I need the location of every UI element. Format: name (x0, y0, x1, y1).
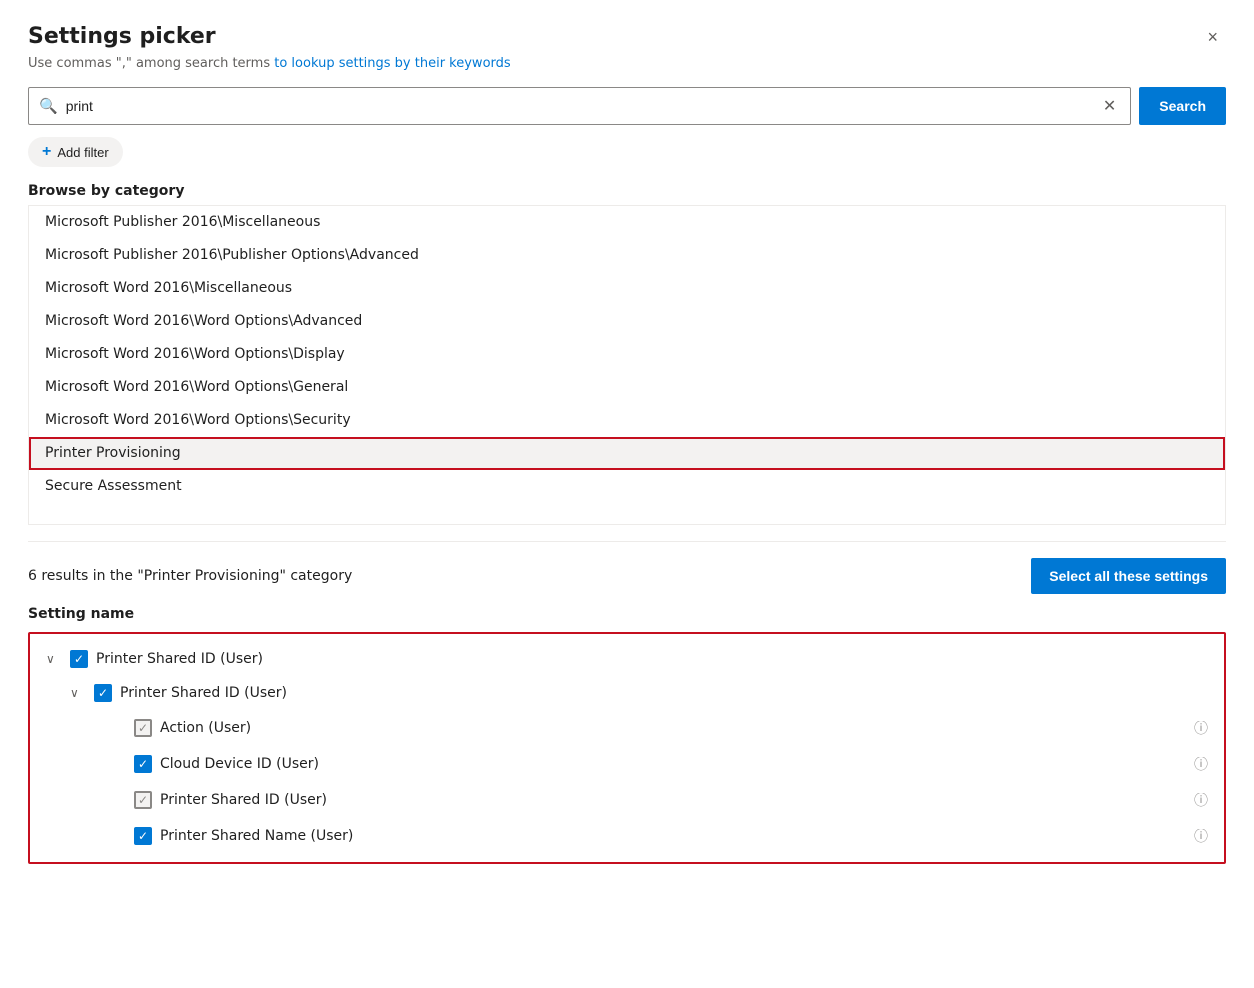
browse-items-container: Microsoft Publisher 2016\MiscellaneousMi… (29, 206, 1225, 503)
info-icon[interactable]: ⓘ (1194, 718, 1208, 738)
setting-label: Printer Shared ID (User) (120, 685, 1208, 701)
clear-search-button[interactable]: ✕ (1099, 96, 1120, 116)
setting-row: Action (User) ⓘ (30, 710, 1224, 746)
info-icon[interactable]: ⓘ (1194, 754, 1208, 774)
select-all-button[interactable]: Select all these settings (1031, 558, 1226, 594)
browse-item[interactable]: Printer Provisioning (29, 437, 1225, 470)
add-filter-button[interactable]: + Add filter (28, 137, 123, 167)
results-count: 6 results in the "Printer Provisioning" … (28, 568, 352, 584)
section-divider (28, 541, 1226, 542)
info-icon[interactable]: ⓘ (1194, 826, 1208, 846)
setting-checkbox[interactable] (134, 755, 152, 773)
browse-item[interactable]: Microsoft Word 2016\Word Options\General (29, 371, 1225, 404)
setting-checkbox[interactable] (94, 684, 112, 702)
browse-item[interactable]: Microsoft Word 2016\Word Options\Securit… (29, 404, 1225, 437)
browse-item[interactable]: Microsoft Word 2016\Word Options\Advance… (29, 305, 1225, 338)
info-icon[interactable]: ⓘ (1194, 790, 1208, 810)
subtitle-link[interactable]: to lookup settings by their keywords (274, 56, 510, 71)
search-row: 🔍 ✕ Search (28, 87, 1226, 125)
setting-row: Cloud Device ID (User) ⓘ (30, 746, 1224, 782)
browse-item[interactable]: Microsoft Word 2016\Miscellaneous (29, 272, 1225, 305)
settings-picker-dialog: Settings picker × Use commas "," among s… (0, 0, 1254, 988)
add-filter-label: Add filter (57, 145, 108, 160)
results-header: 6 results in the "Printer Provisioning" … (28, 558, 1226, 594)
setting-label: Cloud Device ID (User) (160, 756, 1186, 772)
setting-row: Printer Shared Name (User) ⓘ (30, 818, 1224, 854)
setting-row: ∨ Printer Shared ID (User) (30, 642, 1224, 676)
browse-item[interactable]: Microsoft Publisher 2016\Publisher Optio… (29, 239, 1225, 272)
setting-label: Action (User) (160, 720, 1186, 736)
dialog-header: Settings picker × (28, 24, 1226, 50)
dialog-title: Settings picker (28, 24, 216, 49)
search-icon: 🔍 (39, 97, 58, 115)
setting-name-label: Setting name (28, 606, 1226, 622)
setting-row: Printer Shared ID (User) ⓘ (30, 782, 1224, 818)
search-input[interactable] (66, 98, 1099, 114)
close-button[interactable]: × (1199, 24, 1226, 50)
setting-label: Printer Shared Name (User) (160, 828, 1186, 844)
setting-checkbox[interactable] (134, 719, 152, 737)
results-count-text: 6 results in the "Printer Provisioning" … (28, 568, 352, 584)
setting-row: ∨ Printer Shared ID (User) (30, 676, 1224, 710)
search-button[interactable]: Search (1139, 87, 1226, 125)
browse-item[interactable]: Secure Assessment (29, 470, 1225, 503)
chevron-icon[interactable]: ∨ (70, 686, 86, 700)
dialog-subtitle: Use commas "," among search terms to loo… (28, 56, 1226, 71)
setting-label: Printer Shared ID (User) (96, 651, 1208, 667)
browse-item[interactable]: Microsoft Word 2016\Word Options\Display (29, 338, 1225, 371)
chevron-icon[interactable]: ∨ (46, 652, 62, 666)
browse-list: Microsoft Publisher 2016\MiscellaneousMi… (28, 205, 1226, 525)
browse-item[interactable]: Microsoft Publisher 2016\Miscellaneous (29, 206, 1225, 239)
setting-checkbox[interactable] (134, 791, 152, 809)
setting-checkbox[interactable] (70, 650, 88, 668)
plus-icon: + (42, 143, 51, 161)
setting-label: Printer Shared ID (User) (160, 792, 1186, 808)
settings-list: ∨ Printer Shared ID (User) ∨ Printer Shared… (28, 632, 1226, 864)
browse-by-category-title: Browse by category (28, 183, 1226, 199)
search-input-wrap: 🔍 ✕ (28, 87, 1131, 125)
setting-checkbox[interactable] (134, 827, 152, 845)
